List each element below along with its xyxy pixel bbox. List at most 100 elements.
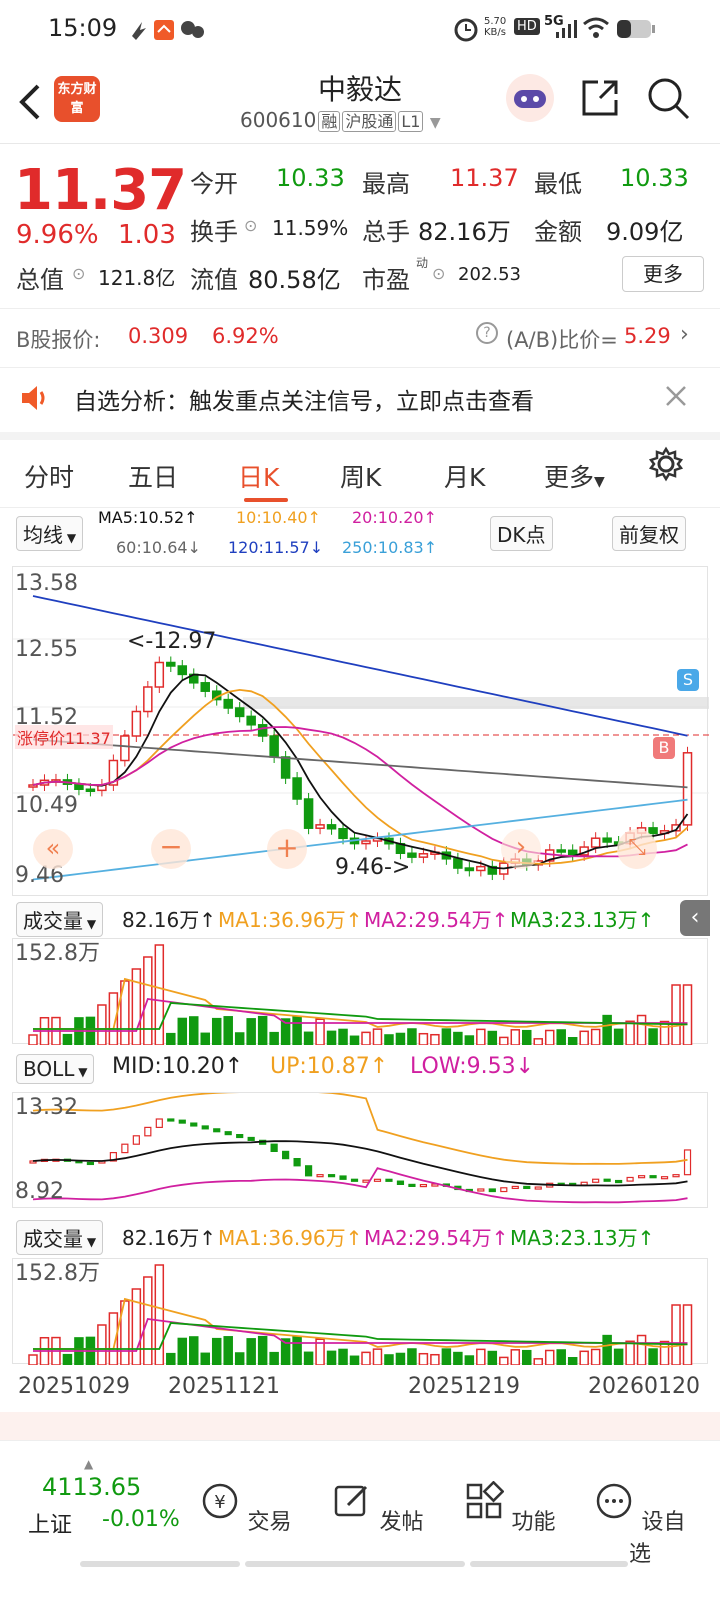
volume-bar (499, 1036, 509, 1045)
open-value: 10.33 (276, 164, 345, 192)
b-share-price: 0.309 (128, 324, 189, 348)
info-icon[interactable]: ⊙ (72, 264, 85, 283)
candle (303, 798, 314, 829)
nav-add-watchlist-label: 设自选 (628, 1510, 686, 1567)
candle (292, 777, 302, 800)
tab-more[interactable]: 更多▼ (544, 458, 605, 494)
change-percent: 9.96% (16, 220, 99, 250)
boll-candle (396, 1180, 405, 1186)
volume-bar (326, 1350, 337, 1365)
boll-mid: MID:10.20↑ (112, 1054, 244, 1079)
notice-banner[interactable]: 自选分析：触发重点关注信号，立即点击查看 (0, 368, 720, 440)
ma5-value: MA5:10.52↑ (98, 508, 198, 527)
turnover-label: 换手 (190, 218, 238, 246)
volume-bar (602, 1334, 612, 1365)
divider-strip (0, 1412, 720, 1440)
candle (476, 865, 486, 872)
tag-margin: 融 (318, 111, 341, 132)
volume-bar (303, 1351, 314, 1365)
more-button[interactable]: 更多 (622, 256, 704, 292)
boll-candle (580, 1181, 588, 1186)
buy-signal-badge[interactable]: B (653, 737, 675, 759)
ma-selector[interactable]: 均线 ▼ (16, 516, 84, 551)
fullscreen-icon[interactable]: ⤡ (617, 829, 657, 869)
vol-ma3-2: MA3:23.13万↑ (510, 1226, 655, 1250)
volume-canvas-2 (28, 1264, 693, 1365)
vol-ma3-line (33, 1322, 688, 1350)
volume-bar (625, 1340, 635, 1365)
close-icon[interactable] (664, 384, 688, 408)
volume-bar (648, 1348, 658, 1365)
candle (567, 849, 578, 856)
boll-selector[interactable]: BOLL ▼ (16, 1054, 95, 1084)
index-ticker[interactable]: ▲ 4113.65 上证 -0.01% (24, 1457, 194, 1547)
nav-trade[interactable]: ¥ 交易 (196, 1481, 296, 1536)
date-tick-2: 20251121 (168, 1374, 280, 1399)
volume-bar (211, 1337, 222, 1365)
change-amount: 1.03 (118, 220, 176, 250)
boll-candle (247, 1136, 255, 1141)
tab-weekly-k[interactable]: 周K (340, 458, 381, 494)
volume-bar (154, 944, 165, 1045)
adjust-button[interactable]: 前复权 (612, 516, 686, 551)
volume-selector-2[interactable]: 成交量 ▼ (16, 1220, 104, 1255)
boll-candle (523, 1185, 531, 1190)
robot-assistant-icon[interactable] (504, 72, 556, 124)
info-icon[interactable]: ⊙ (432, 264, 445, 283)
vol-ma3-1: MA3:23.13万↑ (510, 908, 655, 932)
wifi-icon (583, 17, 609, 38)
b-share-row[interactable]: B股报价: 0.309 6.92% ? (A/B)比价= 5.29 › (0, 310, 720, 368)
scroll-right-icon[interactable]: › (501, 829, 541, 869)
volume-bar (590, 1348, 601, 1365)
caret-down-icon: ▼ (83, 1235, 97, 1249)
volume-chart-2[interactable]: 152.8万 (12, 1258, 708, 1365)
boll-candle (534, 1186, 542, 1190)
tab-intraday[interactable]: 分时 (24, 458, 74, 494)
nav-functions-label: 功能 (511, 1510, 556, 1535)
boll-candle (121, 1143, 129, 1154)
volume-chart-1[interactable]: 152.8万 (12, 938, 708, 1045)
zoom-in-icon[interactable]: + (267, 829, 307, 869)
dk-point-button[interactable]: DK点 (490, 516, 553, 551)
boll-candle (339, 1175, 347, 1180)
volume-bar (579, 1350, 589, 1365)
nav-post[interactable]: 发帖 (328, 1481, 428, 1536)
nav-add-watchlist[interactable]: 设自选 (590, 1481, 690, 1568)
collapse-panel-icon[interactable]: ‹ (680, 900, 710, 936)
volume-selector-label: 成交量 (23, 909, 83, 933)
boll-candle (649, 1175, 657, 1179)
sell-signal-badge[interactable]: S (677, 669, 699, 691)
volume-bar (476, 1028, 486, 1045)
float-label: 流值 (190, 266, 238, 294)
kline-chart[interactable]: 13.58 12.55 11.52 10.49 9.46 <-12.97 9.4… (12, 566, 709, 896)
boll-up: UP:10.87↑ (270, 1054, 389, 1079)
zoom-out-icon[interactable]: − (151, 829, 191, 869)
boll-chart[interactable]: 13.32 8.92 (12, 1092, 708, 1208)
settings-gear-icon[interactable] (648, 446, 684, 482)
tab-monthly-k[interactable]: 月K (444, 458, 485, 494)
volume-selector-1[interactable]: 成交量 ▼ (16, 902, 104, 937)
nav-functions[interactable]: 功能 (460, 1480, 560, 1536)
share-icon[interactable] (580, 78, 620, 118)
tab-daily-k[interactable]: 日K (238, 458, 279, 494)
vol-ymax-1: 152.8万 (15, 941, 100, 966)
volume-bar (430, 1353, 440, 1365)
chevron-down-icon[interactable]: ▼ (430, 115, 441, 131)
tab-five-day[interactable]: 五日 (128, 458, 178, 494)
volume-bar (395, 1352, 406, 1365)
ab-ratio-label: (A/B)比价= (506, 328, 618, 352)
y-label-1: 13.58 (15, 571, 78, 596)
battery-icon (617, 20, 655, 38)
speaker-icon (22, 386, 45, 410)
candle (280, 756, 291, 779)
info-icon[interactable]: ⊙ (244, 216, 257, 235)
search-icon[interactable] (646, 76, 690, 120)
period-tabs: 分时 五日 日K 周K 月K 更多▼ (0, 440, 720, 508)
ma60-value: 60:10.64↓ (116, 538, 201, 557)
help-icon[interactable]: ? (476, 322, 498, 344)
grid-icon (467, 1480, 505, 1519)
amount-label: 金额 (534, 218, 582, 246)
scroll-left-icon[interactable]: « (33, 829, 73, 869)
boll-candle (270, 1143, 278, 1153)
boll-candle (488, 1188, 496, 1193)
